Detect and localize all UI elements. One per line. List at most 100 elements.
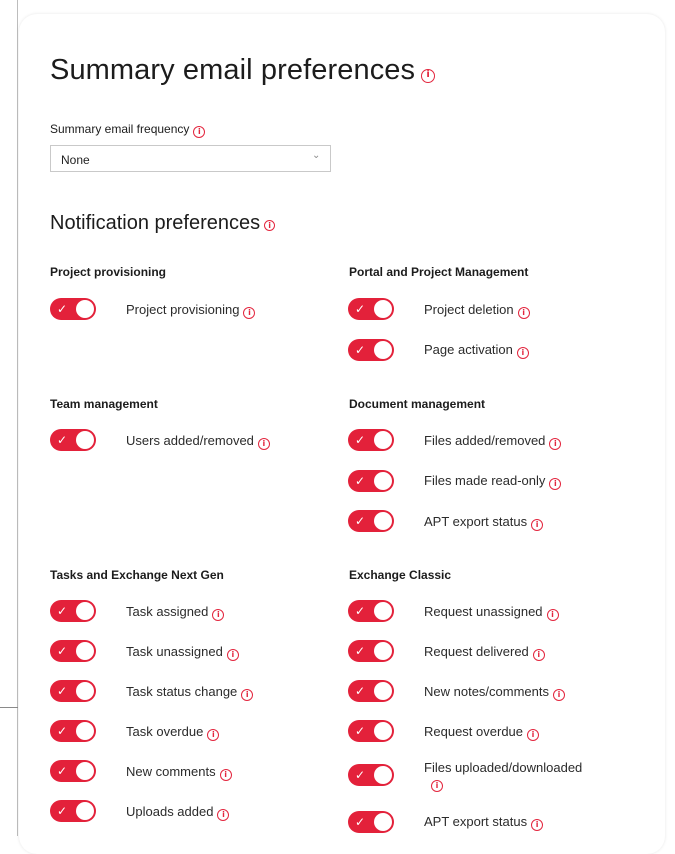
toggle-files-read-only[interactable]: ✓ — [348, 470, 394, 492]
info-icon[interactable]: i — [549, 438, 562, 450]
pref-label: Users added/removed i — [126, 433, 270, 450]
page-title: Summary email preferences i — [50, 54, 436, 87]
check-icon: ✓ — [355, 514, 366, 528]
toggle-knob — [76, 762, 94, 780]
info-icon[interactable]: i — [431, 780, 443, 792]
info-icon[interactable]: i — [532, 649, 545, 661]
pref-label: Task unassigned i — [126, 644, 239, 661]
check-icon: ✓ — [355, 724, 366, 738]
preferences-card — [19, 14, 665, 854]
info-icon[interactable]: i — [193, 126, 206, 138]
toggle-knob — [374, 813, 392, 831]
check-icon: ✓ — [355, 768, 366, 782]
toggle-knob — [374, 602, 392, 620]
toggle-project-deletion[interactable]: ✓ — [348, 298, 394, 320]
toggle-knob — [374, 682, 392, 700]
info-icon[interactable]: i — [549, 478, 562, 490]
toggle-knob — [374, 722, 392, 740]
check-icon: ✓ — [57, 433, 68, 447]
check-icon: ✓ — [355, 815, 366, 829]
toggle-request-delivered[interactable]: ✓ — [348, 640, 394, 662]
toggle-knob — [374, 472, 392, 490]
pref-label: Project deletion i — [424, 302, 530, 319]
pref-label: Request delivered i — [424, 644, 545, 661]
info-icon[interactable]: i — [517, 307, 530, 319]
pref-label: Task assigned i — [126, 604, 225, 621]
toggle-apt-export-status-doc[interactable]: ✓ — [348, 510, 394, 532]
info-icon[interactable]: i — [226, 649, 239, 661]
check-icon: ✓ — [355, 684, 366, 698]
info-icon[interactable]: i — [531, 519, 544, 531]
toggle-task-unassigned[interactable]: ✓ — [50, 640, 96, 662]
group-title-tasks: Tasks and Exchange Next Gen — [50, 568, 224, 582]
chevron-down-icon: ⌄ — [312, 150, 321, 161]
toggle-task-overdue[interactable]: ✓ — [50, 720, 96, 742]
info-icon[interactable]: i — [531, 819, 544, 831]
check-icon: ✓ — [57, 604, 68, 618]
toggle-files-uploaded-downloaded[interactable]: ✓ — [348, 764, 394, 786]
pref-label: Uploads added i — [126, 804, 230, 821]
info-icon[interactable]: i — [257, 438, 270, 450]
frequency-select[interactable]: None ⌄ — [50, 145, 331, 172]
info-icon[interactable]: i — [421, 69, 436, 83]
window-edge — [17, 0, 18, 836]
toggle-knob — [374, 512, 392, 530]
check-icon: ✓ — [57, 684, 68, 698]
pref-label: Page activation i — [424, 342, 529, 359]
check-icon: ✓ — [57, 644, 68, 658]
toggle-knob — [374, 300, 392, 318]
info-icon[interactable]: i — [207, 729, 220, 741]
info-icon[interactable]: i — [212, 609, 225, 621]
group-title-team: Team management — [50, 397, 158, 411]
toggle-task-status-change[interactable]: ✓ — [50, 680, 96, 702]
check-icon: ✓ — [355, 644, 366, 658]
check-icon: ✓ — [355, 474, 366, 488]
toggle-request-unassigned[interactable]: ✓ — [348, 600, 394, 622]
info-icon[interactable]: i — [527, 729, 540, 741]
toggle-knob — [374, 642, 392, 660]
group-title-project-provisioning: Project provisioning — [50, 265, 167, 279]
info-icon[interactable]: i — [219, 769, 232, 781]
check-icon: ✓ — [355, 343, 366, 357]
info-icon[interactable]: i — [546, 609, 559, 621]
pref-label: New notes/comments i — [424, 684, 565, 701]
toggle-knob — [76, 431, 94, 449]
toggle-files-added-removed[interactable]: ✓ — [348, 429, 394, 451]
check-icon: ✓ — [57, 724, 68, 738]
toggle-request-overdue[interactable]: ✓ — [348, 720, 394, 742]
pref-label: Task status change i — [126, 684, 254, 701]
frequency-value: None — [61, 153, 90, 167]
toggle-knob — [76, 682, 94, 700]
toggle-knob — [76, 802, 94, 820]
info-icon[interactable]: i — [217, 809, 230, 821]
toggle-knob — [374, 341, 392, 359]
toggle-apt-export-status-exchange[interactable]: ✓ — [348, 811, 394, 833]
toggle-new-comments[interactable]: ✓ — [50, 760, 96, 782]
pref-label: APT export status i — [424, 814, 544, 831]
pref-label: Request overdue i — [424, 724, 540, 741]
toggle-project-provisioning[interactable]: ✓ — [50, 298, 96, 320]
notification-title: Notification preferences i — [50, 212, 276, 235]
toggle-new-notes-comments[interactable]: ✓ — [348, 680, 394, 702]
toggle-knob — [76, 300, 94, 318]
toggle-knob — [76, 722, 94, 740]
info-icon[interactable]: i — [264, 220, 276, 231]
toggle-uploads-added[interactable]: ✓ — [50, 800, 96, 822]
check-icon: ✓ — [355, 433, 366, 447]
info-icon[interactable]: i — [241, 689, 254, 701]
info-icon[interactable]: i — [516, 347, 529, 359]
pref-label: Project provisioning i — [126, 302, 256, 319]
toggle-page-activation[interactable]: ✓ — [348, 339, 394, 361]
info-icon[interactable]: i — [553, 689, 565, 701]
group-title-portal-pm: Portal and Project Management — [349, 265, 529, 279]
info-icon[interactable]: i — [243, 307, 256, 319]
toggle-knob — [76, 642, 94, 660]
check-icon: ✓ — [57, 302, 68, 316]
toggle-users-added-removed[interactable]: ✓ — [50, 429, 96, 451]
toggle-knob — [76, 602, 94, 620]
pref-label: Task overdue i — [126, 724, 220, 741]
pref-label: APT export status i — [424, 514, 544, 531]
check-icon: ✓ — [57, 804, 68, 818]
toggle-task-assigned[interactable]: ✓ — [50, 600, 96, 622]
pref-label: New comments i — [126, 764, 232, 781]
